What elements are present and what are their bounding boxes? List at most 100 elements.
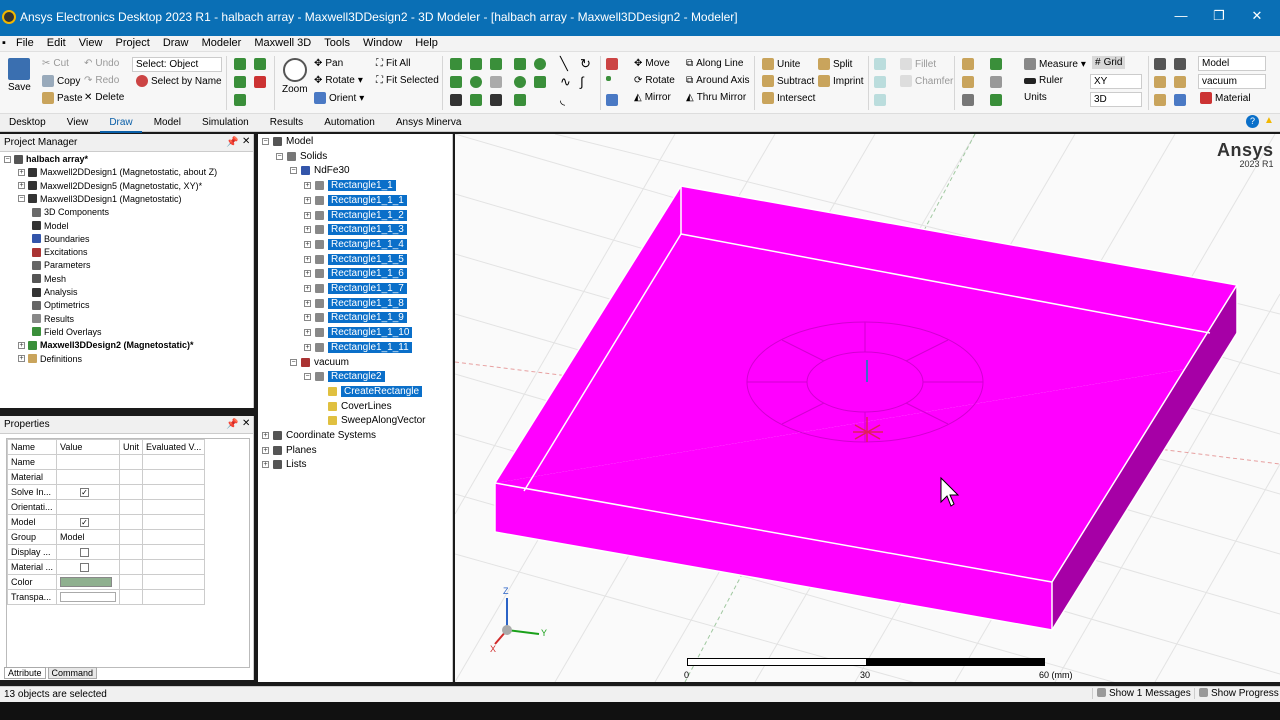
close-panel-icon[interactable]: ✕ (242, 418, 250, 429)
move-button[interactable]: ✥ Move (634, 58, 670, 69)
list-icon[interactable] (1174, 94, 1186, 106)
fillet-button[interactable]: Fillet (900, 58, 936, 70)
expand-icon[interactable]: + (304, 270, 311, 278)
expand-icon[interactable]: + (304, 285, 311, 292)
history-icon[interactable] (1174, 76, 1186, 88)
orient-button[interactable]: Orient ▾ (314, 92, 364, 104)
expand-icon[interactable]: + (304, 255, 311, 263)
polygon-icon[interactable] (514, 94, 526, 106)
spiral-icon[interactable] (470, 94, 482, 106)
property-row[interactable]: Orientati... (6, 499, 206, 515)
view-mode-dropdown[interactable]: 3D (1090, 92, 1142, 107)
tab-view[interactable]: View (58, 114, 98, 131)
project-tree-item[interactable]: − Maxwell3DDesign1 (Magnetostatic) (18, 194, 182, 204)
select-tool-icon[interactable] (234, 58, 246, 70)
material-vacuum-node[interactable]: − vacuum (290, 357, 349, 368)
select-by-name-button[interactable]: Select by Name (136, 75, 222, 87)
expand-icon[interactable]: + (304, 196, 311, 204)
grid-button[interactable]: # Grid (1092, 56, 1126, 69)
regular-polygon-icon[interactable] (534, 76, 546, 88)
rectangle2-node[interactable]: − Rectangle2 (304, 371, 385, 383)
help-icon[interactable]: ? (1246, 115, 1259, 128)
expand-icon[interactable]: + (18, 168, 25, 176)
highlight-icon[interactable] (1154, 58, 1166, 70)
expand-icon[interactable]: + (304, 299, 311, 307)
tab-desktop[interactable]: Desktop (0, 114, 55, 131)
project-tree-item[interactable]: + Maxwell3DDesign2 (Magnetostatic)* (18, 340, 194, 350)
expand-icon[interactable]: + (304, 240, 311, 248)
unite-button[interactable]: Unite (762, 58, 800, 70)
rectangle-node[interactable]: + Rectangle1_1_1 (304, 194, 407, 206)
project-tree-item[interactable]: Field Overlays (32, 327, 102, 337)
menu-draw[interactable]: Draw (158, 36, 194, 50)
collapse-icon[interactable]: − (304, 373, 311, 381)
cut-button[interactable]: ✂ Cut (42, 58, 69, 69)
rectangle-node[interactable]: + Rectangle1_1_2 (304, 209, 407, 221)
material-dropdown[interactable]: vacuum (1198, 74, 1266, 89)
rectangle-node[interactable]: + Rectangle1_1_7 (304, 283, 407, 294)
menu-file[interactable]: File (11, 36, 39, 50)
cylinder-icon[interactable] (450, 76, 462, 88)
mirror-button[interactable]: ◭ Mirror (634, 92, 671, 103)
checkbox[interactable]: ✓ (80, 488, 90, 498)
show-progress-button[interactable]: Show Progress (1194, 688, 1279, 699)
project-tree-item[interactable]: Model (32, 221, 69, 231)
app-menu-icon[interactable]: ▪ (0, 36, 8, 50)
property-row[interactable]: Material ... (6, 559, 206, 575)
expand-icon[interactable]: + (262, 432, 269, 439)
redo-button[interactable]: ↷ Redo (84, 75, 119, 86)
measure-button[interactable]: Measure ▾ (1024, 58, 1086, 70)
plane-icon[interactable] (606, 94, 618, 106)
deselect-tool-icon[interactable] (254, 58, 266, 70)
material-ndfe30-node[interactable]: − NdFe30 (290, 165, 350, 176)
fit-selected-button[interactable]: ⛶ Fit Selected (376, 75, 439, 86)
project-tree-item[interactable]: Analysis (32, 287, 78, 297)
rectangle-node[interactable]: + Rectangle1_1_5 (304, 253, 407, 265)
fit-all-button[interactable]: ⛶ Fit All (376, 58, 410, 69)
chamfer-button[interactable]: Chamfer (900, 75, 953, 87)
property-value[interactable] (56, 589, 121, 605)
expand-icon[interactable]: + (18, 355, 25, 362)
copy-button[interactable]: Copy (42, 75, 80, 87)
property-value[interactable] (56, 559, 121, 575)
project-tree-item[interactable]: Mesh (32, 274, 66, 284)
property-value[interactable]: ✓ (56, 484, 121, 500)
color-swatch[interactable] (60, 577, 113, 588)
tab-command[interactable]: Command (47, 667, 98, 679)
property-row[interactable]: Solve In... ✓ (6, 484, 206, 500)
plane-dropdown[interactable]: XY (1090, 74, 1142, 89)
property-row[interactable]: Model ✓ (6, 514, 206, 530)
menu-window[interactable]: Window (358, 36, 407, 50)
rectangle-node[interactable]: + Rectangle1_1_3 (304, 224, 407, 236)
property-value[interactable] (56, 469, 121, 485)
wrap-icon[interactable] (874, 94, 886, 106)
visibility-icon[interactable] (234, 94, 246, 106)
ruler-button[interactable]: Ruler (1024, 75, 1063, 86)
coordinate-systems-node[interactable]: + Coordinate Systems (262, 430, 376, 441)
pin-icon[interactable]: 📌 (226, 137, 238, 148)
collapse-icon[interactable]: − (290, 167, 297, 175)
paste-button[interactable]: Paste (42, 92, 83, 104)
sphere-icon[interactable] (470, 76, 482, 88)
sweep-icon[interactable] (874, 58, 886, 70)
expand-icon[interactable]: + (304, 343, 311, 351)
bondwire-icon[interactable] (450, 94, 462, 106)
property-row[interactable]: Transpa... (6, 589, 206, 605)
hide-icon[interactable] (254, 76, 266, 88)
expand-icon[interactable]: + (18, 182, 25, 190)
model-dropdown[interactable]: Model (1198, 56, 1266, 71)
pan-button[interactable]: ✥ Pan (314, 58, 343, 69)
menu-modeler[interactable]: Modeler (197, 36, 247, 50)
property-value[interactable]: ✓ (56, 514, 121, 530)
project-tree-item[interactable]: + Maxwell2DDesign1 (Magnetostatic, about … (18, 167, 217, 177)
collapse-icon[interactable]: − (290, 358, 297, 366)
box-icon[interactable] (450, 58, 462, 70)
object-cs-icon[interactable] (962, 94, 974, 106)
circle-icon[interactable] (514, 76, 526, 88)
units-button[interactable]: Units (1024, 92, 1047, 103)
project-tree-item[interactable]: + Definitions (18, 354, 82, 364)
show-icon[interactable] (234, 76, 246, 88)
collapse-icon[interactable]: − (262, 138, 269, 145)
helix-icon[interactable] (490, 76, 502, 88)
lists-node[interactable]: + Lists (262, 459, 307, 470)
